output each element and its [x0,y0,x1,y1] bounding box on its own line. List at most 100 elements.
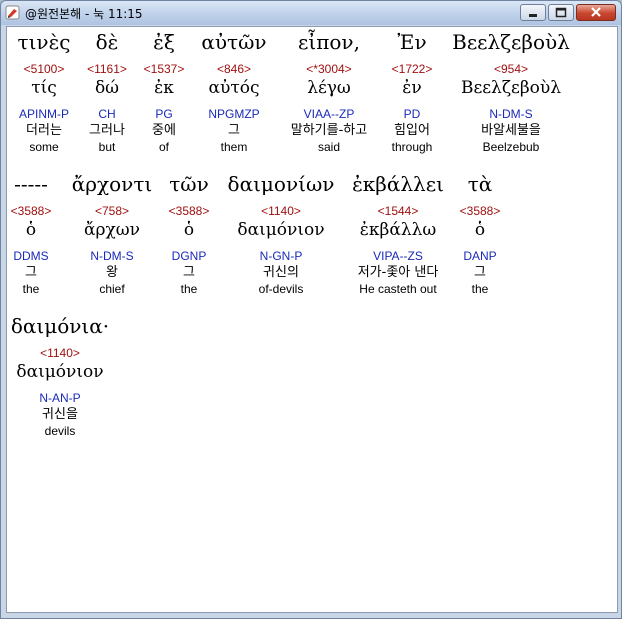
greek-word: ἐκβάλλει [352,172,444,196]
strong-number: <5100> [23,62,65,76]
parsing-code: CH [98,107,116,121]
word-cell[interactable]: αὐτῶν <846> αὐτός NPGMZP 그 them [195,27,273,156]
korean-gloss: 그 [228,123,240,138]
close-button[interactable] [576,4,616,21]
lemma: ὁ [474,220,486,240]
greek-word: ἄρχοντι [71,172,153,196]
title-bar[interactable]: @원전본해 - 눅 11:15 [1,1,621,25]
parsing-code: PD [403,107,421,121]
lemma: ἐκβάλλω [359,220,437,240]
lemma: τίς [31,78,57,98]
parsing-code: N-DM-S [90,249,134,263]
word-cell[interactable]: ἐκβάλλει <1544> ἐκβάλλω VIPA--ZS 저가-좇아 낸… [345,169,451,298]
app-icon [5,5,20,20]
lemma: δαιμόνιον [237,220,325,240]
korean-gloss: 말하기를-하고 [290,123,368,138]
lemma: Βεελζεβοὺλ [460,78,562,98]
word-cell[interactable]: ἄρχοντι <758> ἄρχων N-DM-S 왕 chief [65,169,159,298]
english-gloss: through [391,140,433,154]
lemma: αὐτός [208,78,260,98]
korean-gloss: 그 [25,265,37,280]
word-cell[interactable]: τὰ <3588> ὁ DANP 그 the [455,169,505,298]
english-gloss: Beelzebub [482,140,540,154]
lemma: ἐκ [154,78,174,98]
korean-gloss: 그 [474,265,486,280]
strong-number: <*3004> [306,62,352,76]
greek-word: τὰ [467,172,493,196]
greek-word: ----- [14,172,48,196]
korean-gloss: 힘입어 [394,123,430,138]
strong-number: <1537> [143,62,185,76]
strong-number: <1140> [261,204,301,218]
lemma: ὁ [25,220,37,240]
parsing-code: VIAA--ZP [303,107,355,121]
korean-gloss: 그러나 [89,123,125,138]
greek-word: τινὲς [17,30,71,54]
maximize-icon [555,7,567,18]
english-gloss: the [22,282,40,296]
greek-word: Ἐν [397,30,427,54]
strong-number: <954> [493,62,529,76]
strong-number: <1140> [40,346,80,360]
korean-gloss: 바알세불을 [481,123,541,138]
parsing-code: NPGMZP [208,107,260,121]
strong-number: <846> [216,62,252,76]
parsing-code: N-DM-S [489,107,533,121]
korean-gloss: 귀신의 [263,265,299,280]
maximize-button[interactable] [548,4,574,21]
strong-number: <1544> [377,204,419,218]
strong-number: <3588> [168,204,210,218]
minimize-icon [529,14,537,17]
strong-number: <3588> [459,204,501,218]
close-icon [591,7,601,17]
word-cell[interactable]: ----- <3588> ὁ DDMS 그 the [9,169,53,298]
parsing-code: DGNP [171,249,207,263]
english-gloss: the [471,282,489,296]
korean-gloss: 그 [183,265,195,280]
english-gloss: them [220,140,248,154]
parsing-code: N-AN-P [39,391,81,405]
word-cell[interactable]: τινὲς <5100> τίς APINM-P 더러는 some [9,27,79,156]
word-cell[interactable]: Βεελζεβοὺλ <954> Βεελζεβοὺλ N-DM-S 바알세불을… [447,27,575,156]
parsing-code: APINM-P [18,107,69,121]
word-cell[interactable]: ἐξ <1537> ἐκ PG 중에 of [140,27,188,156]
parsing-code: VIPA--ZS [373,249,423,263]
lemma: ἐν [402,78,422,98]
lemma: λέγω [307,78,351,98]
word-cell[interactable]: δὲ <1161> δώ CH 그러나 but [82,27,132,156]
korean-gloss: 저가-좇아 낸다 [357,265,439,280]
strong-number: <758> [94,204,130,218]
lemma: ἄρχων [84,220,140,240]
word-cell[interactable]: Ἐν <1722> ἐν PD 힘입어 through [383,27,441,156]
word-cell[interactable]: δαιμονίων <1140> δαιμόνιον N-GN-P 귀신의 of… [223,169,339,298]
english-gloss: chief [99,282,125,296]
greek-word: δαιμόνια· [10,314,110,338]
lemma: δαιμόνιον [16,362,104,382]
strong-number: <1722> [391,62,433,76]
word-cell[interactable]: δαιμόνια· <1140> δαιμόνιον N-AN-P 귀신을 de… [9,311,111,440]
interlinear-view[interactable]: τινὲς <5100> τίς APINM-P 더러는 some δὲ <11… [6,26,618,613]
greek-word: εἶπον, [298,30,360,54]
word-cell[interactable]: τῶν <3588> ὁ DGNP 그 the [164,169,214,298]
greek-word: ἐξ [153,30,175,54]
greek-word: δαιμονίων [227,172,335,196]
parsing-code: DANP [463,249,497,263]
minimize-button[interactable] [520,4,546,21]
window-title: @원전본해 - 눅 11:15 [25,7,143,21]
parsing-code: PG [155,107,173,121]
lemma: ὁ [183,220,195,240]
english-gloss: the [180,282,198,296]
word-cell[interactable]: εἶπον, <*3004> λέγω VIAA--ZP 말하기를-하고 sai… [277,27,381,156]
greek-word: τῶν [169,172,209,196]
korean-gloss: 왕 [106,265,118,280]
greek-word: δὲ [95,30,119,54]
strong-number: <3588> [10,204,52,218]
lemma: δώ [94,78,120,98]
strong-number: <1161> [87,62,127,76]
english-gloss: He casteth out [359,282,437,296]
english-gloss: of-devils [258,282,304,296]
korean-gloss: 귀신을 [42,407,78,422]
app-window: @원전본해 - 눅 11:15 τινὲς <5100> τίς APINM-P… [0,0,622,619]
parsing-code: N-GN-P [259,249,303,263]
parsing-code: DDMS [13,249,49,263]
